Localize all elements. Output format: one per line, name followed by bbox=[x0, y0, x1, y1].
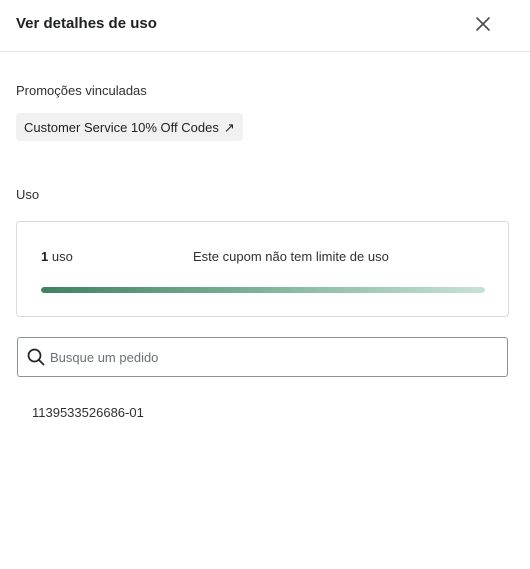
linked-promotion-label: Customer Service 10% Off Codes bbox=[24, 119, 219, 135]
order-search bbox=[17, 337, 508, 377]
usage-count-unit: uso bbox=[51, 249, 73, 264]
usage-progress-fill bbox=[41, 287, 485, 293]
usage-label: Uso bbox=[16, 187, 40, 202]
arrow-up-right-icon: ↗ bbox=[223, 119, 235, 135]
order-list-item[interactable]: 1139533526686-01 bbox=[32, 405, 144, 420]
usage-count-number: 1 bbox=[41, 249, 49, 264]
usage-limit-text: Este cupom não tem limite de uso bbox=[193, 249, 389, 264]
close-button[interactable] bbox=[474, 15, 492, 33]
usage-count: 1 uso bbox=[41, 249, 73, 264]
search-icon bbox=[27, 348, 45, 366]
linked-promotion-link[interactable]: Customer Service 10% Off Codes ↗ bbox=[16, 113, 243, 141]
close-icon bbox=[476, 17, 490, 31]
usage-progress-bar bbox=[41, 287, 485, 293]
modal-title: Ver detalhes de uso bbox=[16, 15, 157, 32]
search-input[interactable] bbox=[50, 349, 490, 365]
modal-header: Ver detalhes de uso bbox=[0, 0, 530, 52]
usage-card: 1 uso Este cupom não tem limite de uso bbox=[16, 221, 509, 317]
linked-promotions-label: Promoções vinculadas bbox=[16, 83, 147, 98]
